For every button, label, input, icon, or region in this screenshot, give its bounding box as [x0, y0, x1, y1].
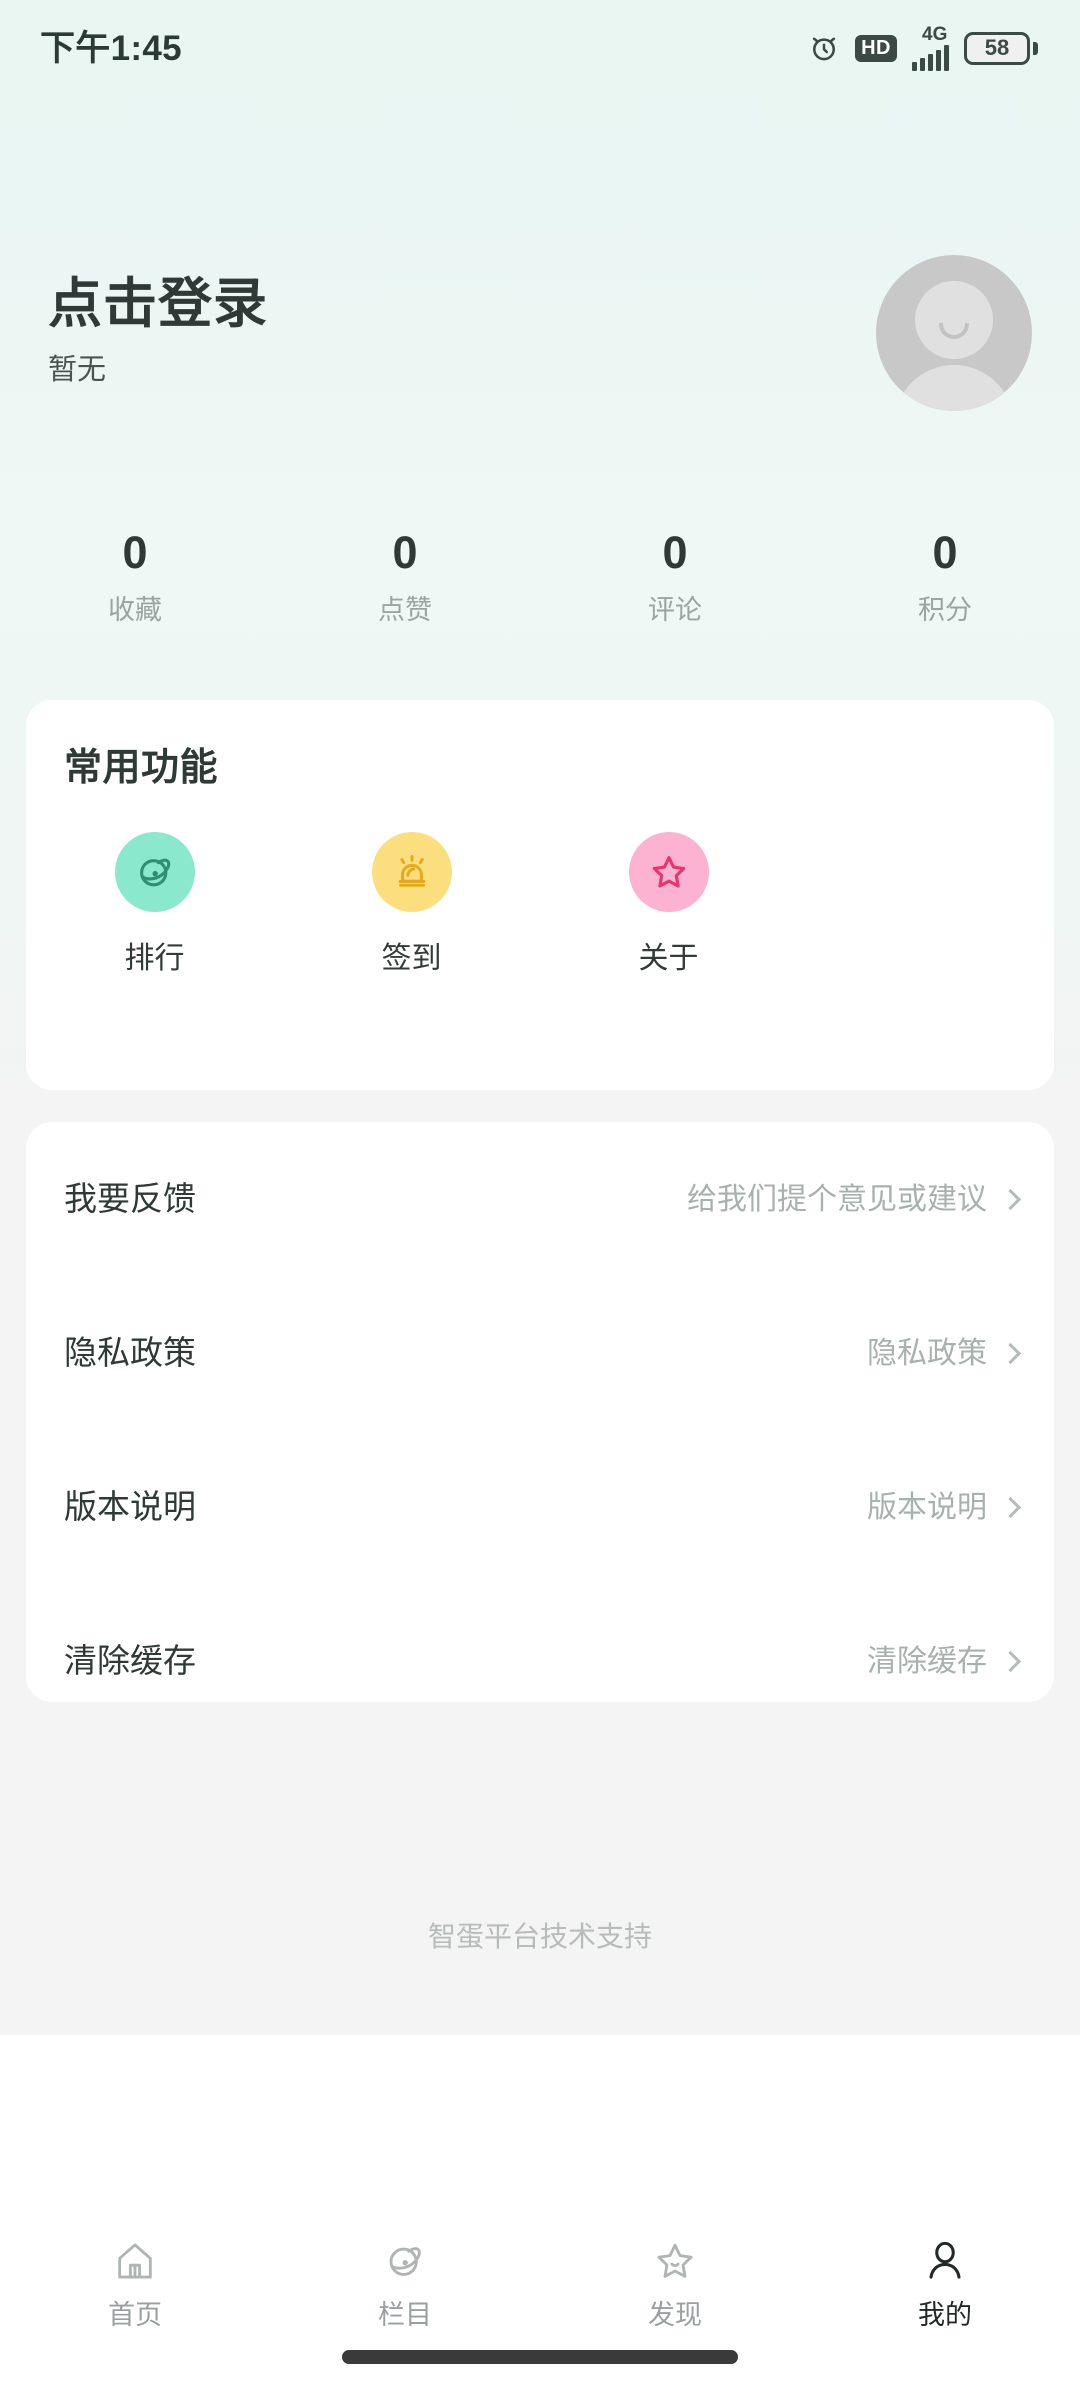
function-label: 排行	[124, 941, 185, 975]
stat-item-likes[interactable]: 0 点赞	[270, 528, 540, 625]
settings-row-version-notes[interactable]: 版本说明 版本说明	[26, 1430, 1054, 1584]
stat-label: 点赞	[378, 594, 432, 625]
stat-value: 0	[122, 527, 148, 578]
settings-row-label: 我要反馈	[64, 1179, 196, 1217]
stat-item-favorites[interactable]: 0 收藏	[0, 528, 270, 625]
battery-icon: 58	[964, 31, 1038, 65]
profile-header[interactable]: 点击登录 暂无	[0, 255, 1080, 455]
home-indicator[interactable]	[342, 2350, 738, 2364]
nav-item-discover[interactable]: 发现	[540, 2237, 810, 2331]
nav-item-mine[interactable]: 我的	[810, 2237, 1080, 2331]
function-label: 签到	[381, 941, 442, 975]
status-bar-icons: HD 4G 58	[808, 25, 1038, 71]
alarm-clock-icon	[808, 32, 840, 64]
login-prompt-title[interactable]: 点击登录	[48, 273, 268, 337]
settings-row-clear-cache[interactable]: 清除缓存 清除缓存	[26, 1584, 1054, 1738]
settings-row-right: 给我们提个意见或建议	[687, 1182, 1022, 1216]
settings-row-value: 给我们提个意见或建议	[687, 1182, 987, 1216]
function-item-about[interactable]: 关于	[540, 831, 797, 975]
status-bar-time: 下午1:45	[40, 28, 182, 68]
settings-row-value: 清除缓存	[867, 1644, 987, 1678]
planet-icon	[114, 831, 195, 912]
app-screen: 下午1:45 HD 4G 58 点击登录 暂无 0 收藏 0 点赞 0 评论 0…	[0, 0, 1080, 2400]
star-icon	[628, 831, 709, 912]
chevron-right-icon	[999, 1496, 1022, 1518]
function-item-checkin[interactable]: 签到	[283, 831, 540, 975]
settings-row-right: 版本说明	[867, 1490, 1022, 1524]
common-functions-card: 常用功能 排行 签到 关于	[26, 700, 1054, 1090]
settings-row-label: 隐私政策	[64, 1333, 196, 1371]
stats-row: 0 收藏 0 点赞 0 评论 0 积分	[0, 528, 1080, 625]
function-item-ranking[interactable]: 排行	[26, 831, 283, 975]
settings-list-card: 我要反馈 给我们提个意见或建议 隐私政策 隐私政策 版本说明 版本说明 清除缓存…	[26, 1122, 1054, 1702]
settings-row-value: 隐私政策	[867, 1336, 987, 1370]
scrollable-content[interactable]: 下午1:45 HD 4G 58 点击登录 暂无 0 收藏 0 点赞 0 评论 0…	[0, 0, 1080, 2035]
nav-label: 首页	[108, 2300, 162, 2330]
card-title: 常用功能	[64, 747, 219, 789]
planet-icon	[381, 2237, 429, 2285]
settings-row-label: 版本说明	[64, 1487, 196, 1525]
settings-row-value: 版本说明	[867, 1490, 987, 1524]
chevron-right-icon	[999, 1188, 1022, 1210]
nav-label: 栏目	[378, 2300, 432, 2330]
profile-text-block: 点击登录 暂无	[48, 255, 268, 388]
stat-value: 0	[392, 527, 418, 578]
stat-value: 0	[662, 527, 688, 578]
chevron-right-icon	[999, 1342, 1022, 1364]
siren-icon	[371, 831, 452, 912]
stat-item-comments[interactable]: 0 评论	[540, 528, 810, 625]
home-icon	[111, 2237, 159, 2285]
hd-badge: HD	[855, 34, 897, 62]
settings-row-label: 清除缓存	[64, 1641, 196, 1679]
stat-item-points[interactable]: 0 积分	[810, 528, 1080, 625]
settings-row-right: 隐私政策	[867, 1336, 1022, 1370]
settings-row-right: 清除缓存	[867, 1644, 1022, 1678]
status-bar: 下午1:45 HD 4G 58	[0, 0, 1080, 96]
default-avatar-icon[interactable]	[876, 255, 1032, 411]
person-icon	[921, 2237, 969, 2285]
nav-item-columns[interactable]: 栏目	[270, 2237, 540, 2331]
stat-label: 评论	[648, 594, 702, 625]
star-icon	[651, 2237, 699, 2285]
chevron-right-icon	[999, 1650, 1022, 1672]
nav-label: 我的	[918, 2300, 972, 2330]
settings-row-privacy-policy[interactable]: 隐私政策 隐私政策	[26, 1276, 1054, 1430]
function-icon-row: 排行 签到 关于	[26, 790, 1054, 975]
function-label: 关于	[638, 941, 699, 975]
profile-subtitle: 暂无	[48, 353, 107, 386]
stat-label: 积分	[918, 594, 972, 625]
footer-credit: 智蛋平台技术支持	[427, 1921, 652, 1952]
settings-row-feedback[interactable]: 我要反馈 给我们提个意见或建议	[26, 1122, 1054, 1276]
cellular-signal-icon: 4G	[912, 25, 949, 71]
stat-label: 收藏	[108, 594, 162, 625]
battery-level-label: 58	[964, 31, 1030, 65]
nav-item-home[interactable]: 首页	[0, 2237, 270, 2331]
nav-label: 发现	[648, 2300, 702, 2330]
bottom-navigation-bar: 首页 栏目 发现 我的	[0, 2035, 1080, 2400]
network-type-label: 4G	[922, 24, 948, 45]
stat-value: 0	[932, 527, 958, 578]
